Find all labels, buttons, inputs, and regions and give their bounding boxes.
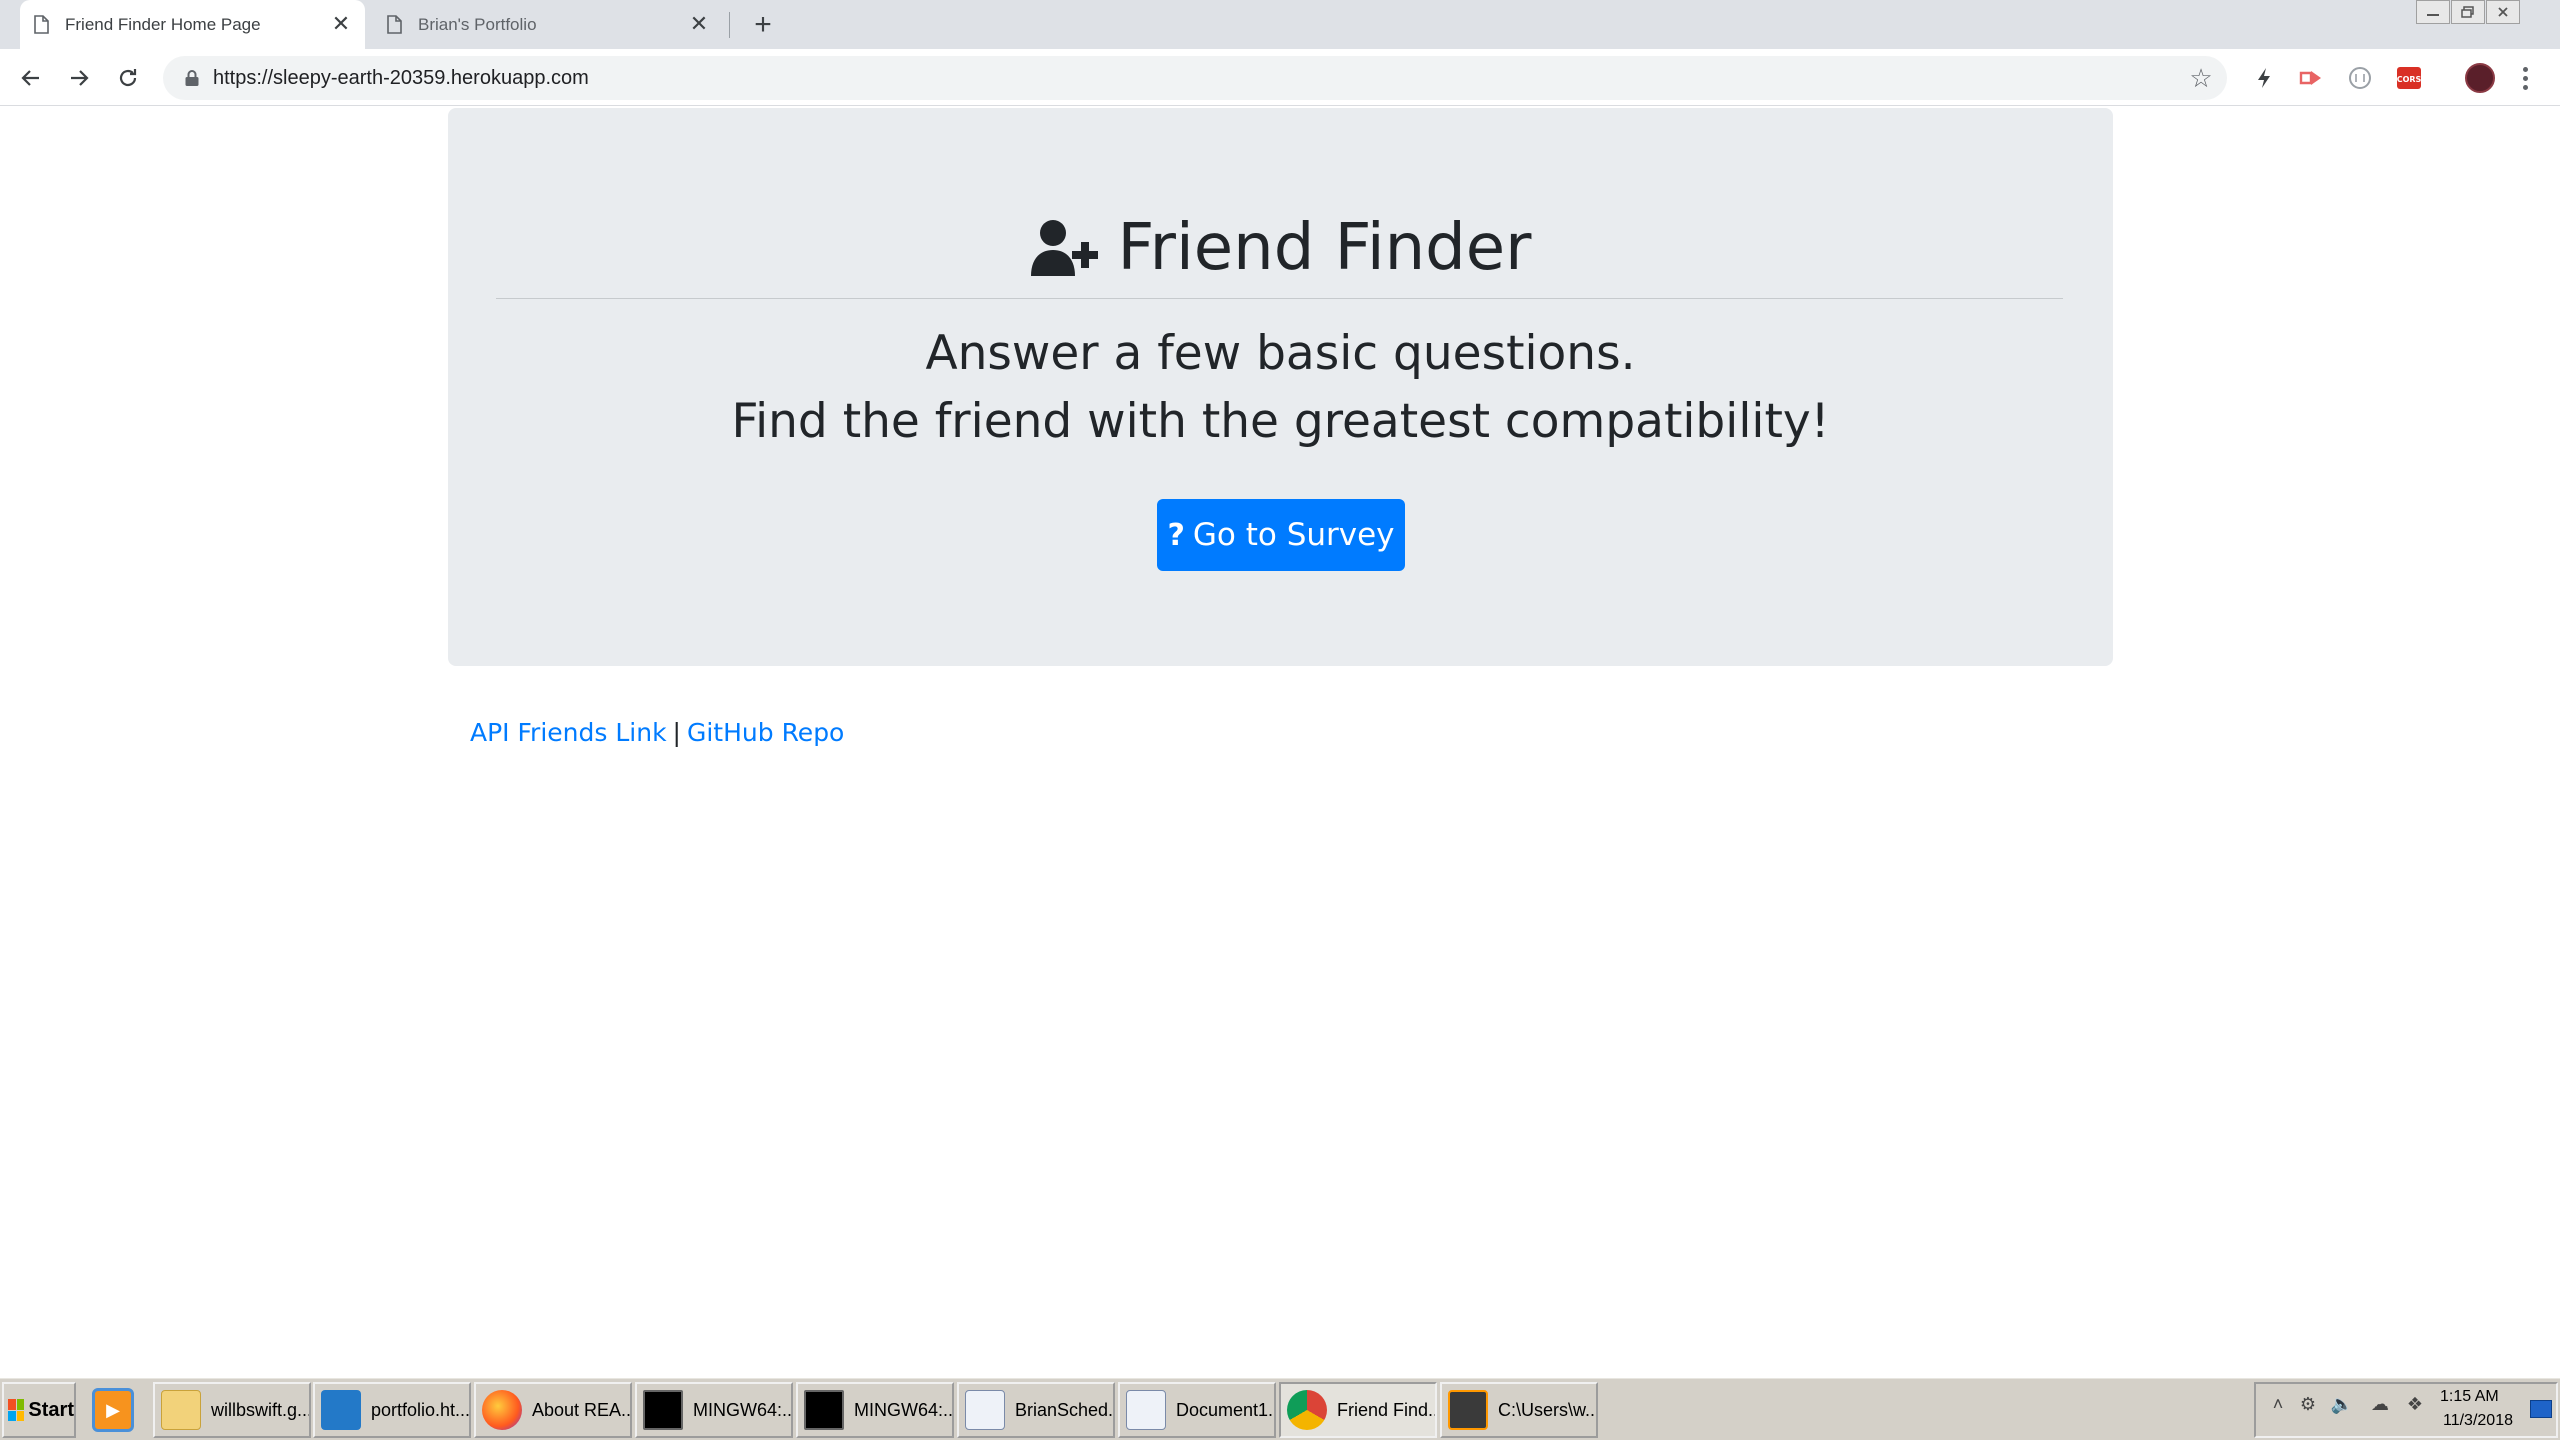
user-plus-icon (1030, 220, 1098, 276)
tab-title: Brian's Portfolio (418, 15, 537, 34)
tab-title: Friend Finder Home Page (65, 15, 261, 34)
media-player-icon[interactable]: ▶ (92, 1388, 134, 1432)
taskbar-item-document1[interactable]: Document1... (1118, 1382, 1276, 1438)
api-friends-link[interactable]: API Friends Link (470, 718, 667, 747)
taskbar-item-label: portfolio.ht... (371, 1399, 471, 1420)
arrow-left-icon (21, 70, 39, 86)
document-icon (34, 15, 49, 34)
taskbar-item-brian-sched[interactable]: BrianSched... (957, 1382, 1115, 1438)
profile-avatar[interactable] (2465, 63, 2495, 93)
cors-label: CORS (2397, 75, 2422, 84)
taskbar-item-label: MINGW64:... (854, 1399, 954, 1420)
start-button[interactable]: Start (2, 1382, 76, 1438)
back-button[interactable] (16, 63, 46, 93)
footer-links: API Friends Link | GitHub Repo (470, 718, 844, 747)
vscode-icon (321, 1390, 361, 1430)
firefox-icon (482, 1390, 522, 1430)
jumbotron: Friend Finder Answer a few basic questio… (448, 108, 2113, 666)
forward-button[interactable] (64, 63, 94, 93)
browser-tab-strip: Friend Finder Home Page ✕ Brian's Portfo… (0, 0, 2560, 49)
show-desktop-button[interactable] (2530, 1400, 2552, 1418)
tab-brians-portfolio[interactable]: Brian's Portfolio ✕ (373, 0, 723, 49)
page-title: Friend Finder (1117, 211, 1532, 285)
taskbar-item-label: About REA... (532, 1399, 632, 1420)
go-to-survey-button[interactable]: ? Go to Survey (1157, 499, 1405, 571)
tab-divider (729, 12, 730, 38)
folder-icon (161, 1390, 201, 1430)
survey-button-label: Go to Survey (1192, 517, 1395, 553)
taskbar-item-vscode[interactable]: portfolio.ht... (313, 1382, 471, 1438)
dropbox-icon[interactable]: ❖ (2403, 1392, 2427, 1416)
gear-icon[interactable]: ⚙ (2296, 1392, 2320, 1416)
taskbar-item-label: MINGW64:... (693, 1399, 793, 1420)
terminal-icon (643, 1390, 683, 1430)
close-tab-icon[interactable]: ✕ (687, 11, 711, 36)
address-bar[interactable]: https://sleepy-earth-20359.herokuapp.com… (163, 56, 2227, 100)
lead-text-line-2: Find the friend with the greatest compat… (731, 394, 1830, 449)
taskbar-item-folder[interactable]: willbswift.g... (153, 1382, 311, 1438)
cloud-icon[interactable]: ☁ (2368, 1392, 2392, 1416)
url-host: sleepy-earth-20359.herokuapp.com (273, 67, 589, 89)
reload-icon (119, 69, 137, 87)
bookmark-star-icon[interactable]: ☆ (2187, 63, 2215, 93)
taskbar-item-sublime[interactable]: C:\Users\w... (1440, 1382, 1598, 1438)
lead-text-line-1: Answer a few basic questions. (925, 326, 1636, 381)
chrome-icon (1287, 1390, 1327, 1430)
taskbar-item-label: Friend Find... (1337, 1399, 1437, 1420)
close-tab-icon[interactable]: ✕ (329, 11, 353, 36)
word-doc-icon (1126, 1390, 1166, 1430)
url-scheme: https:// (213, 67, 274, 89)
window-restore-button[interactable] (2451, 0, 2485, 24)
page-heading: Friend Finder (448, 203, 2113, 293)
new-tab-button[interactable]: + (748, 8, 778, 41)
bolt-icon[interactable] (2250, 64, 2278, 92)
clock-time[interactable]: 1:15 AM (2440, 1388, 2499, 1406)
arrow-extension-icon[interactable] (2298, 64, 2326, 92)
github-repo-link[interactable]: GitHub Repo (687, 718, 844, 747)
taskbar-item-label: Document1... (1176, 1399, 1276, 1420)
browser-toolbar: https://sleepy-earth-20359.herokuapp.com… (0, 49, 2560, 106)
link-separator: | (672, 718, 681, 747)
windows-logo-icon (8, 1399, 25, 1421)
sublime-icon (1448, 1390, 1488, 1430)
terminal-icon (804, 1390, 844, 1430)
start-label: Start (28, 1398, 74, 1421)
window-minimize-button[interactable] (2416, 0, 2450, 24)
window-close-button[interactable] (2486, 0, 2520, 24)
taskbar-item-label: BrianSched... (1015, 1399, 1115, 1420)
taskbar-item-mingw-1[interactable]: MINGW64:... (635, 1382, 793, 1438)
taskbar-item-chrome[interactable]: Friend Find... (1279, 1382, 1437, 1438)
lock-icon (185, 70, 199, 86)
taskbar-item-label: C:\Users\w... (1498, 1399, 1598, 1420)
clock-date[interactable]: 11/3/2018 (2443, 1412, 2513, 1430)
circle-extension-icon[interactable] (2346, 64, 2374, 92)
tray-expand-icon[interactable]: ˄ (2266, 1392, 2290, 1416)
cors-icon[interactable]: CORS (2395, 64, 2423, 92)
taskbar-item-mingw-2[interactable]: MINGW64:... (796, 1382, 954, 1438)
taskbar-item-firefox[interactable]: About REA... (474, 1382, 632, 1438)
windows-taskbar: Start ▶ willbswift.g... portfolio.ht... … (0, 1376, 2560, 1440)
word-doc-icon (965, 1390, 1005, 1430)
tab-friend-finder[interactable]: Friend Finder Home Page ✕ (20, 0, 365, 49)
reload-button[interactable] (113, 63, 143, 93)
document-icon (387, 15, 402, 34)
question-icon: ? (1167, 517, 1185, 553)
arrow-right-icon (71, 70, 89, 86)
url-text[interactable]: https://sleepy-earth-20359.herokuapp.com (213, 67, 589, 90)
browser-menu-icon[interactable] (2515, 63, 2535, 93)
taskbar-item-label: willbswift.g... (211, 1399, 311, 1420)
divider (496, 298, 2063, 299)
volume-icon[interactable]: 🔈 (2330, 1392, 2354, 1416)
